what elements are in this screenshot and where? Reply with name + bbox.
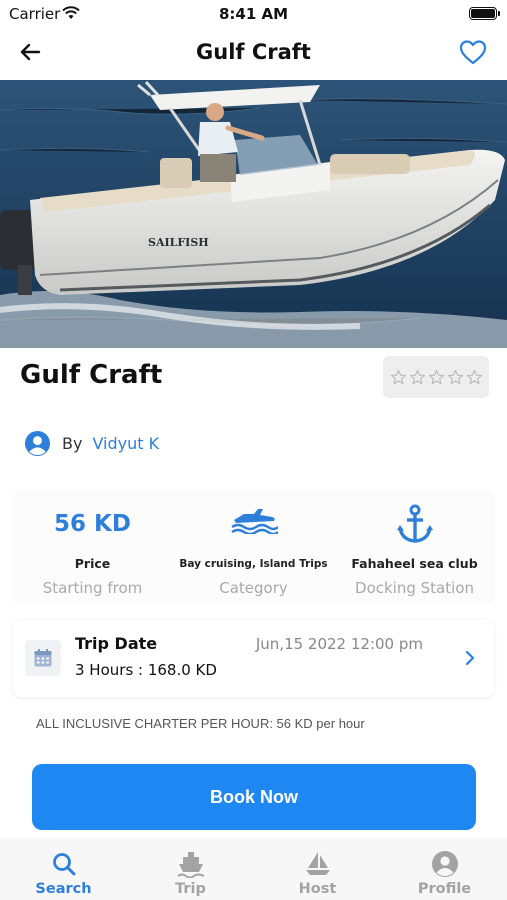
price-info: 56 KD Price Starting from [12,490,173,605]
owner-by-label: By [62,433,83,453]
docking-label: Docking Station [355,579,474,597]
status-bar: Carrier 8:41 AM [0,0,507,28]
price-label: Price [74,556,111,571]
book-now-button[interactable]: Book Now [32,764,476,830]
nav-bar: Gulf Craft [0,28,507,80]
jet-ski-icon [230,509,278,534]
owner-row: By Vidyut K [24,428,159,458]
tab-host[interactable]: Host [254,838,381,900]
boat-title: Gulf Craft [20,360,163,390]
star-icon[interactable] [447,369,464,386]
anchor-icon [396,504,433,543]
docking-info: Fahaheel sea club Docking Station [334,490,495,605]
price-sub-label: Starting from [42,579,143,597]
tab-trip[interactable]: Trip [127,838,254,900]
tab-profile[interactable]: Profile [381,838,507,900]
boat-info-panel: 56 KD Price Starting from Bay cruising, … [12,490,495,605]
category-info: Bay cruising, Island Trips Category [173,490,334,605]
sailboat-icon [305,852,330,875]
bottom-tab-bar: Search Trip Host Profile [0,838,507,900]
chevron-right-icon [465,650,475,666]
tab-trip-label: Trip [175,881,206,897]
tab-search[interactable]: Search [0,838,127,900]
category-label: Category [219,579,288,597]
hull-brand-text: SAILFISH [148,236,209,249]
tab-search-label: Search [35,881,92,897]
page-title: Gulf Craft [196,40,311,64]
price-value: 56 KD [54,511,131,537]
profile-icon [431,851,458,877]
star-icon[interactable] [428,369,445,386]
charter-note: ALL INCLUSIVE CHARTER PER HOUR: 56 KD pe… [36,716,365,731]
trip-duration: 3 Hours : 168.0 KD [75,661,217,679]
calendar-icon-tile [25,640,61,676]
favorite-heart-icon[interactable] [459,39,487,65]
boat-photo: SAILFISH [0,80,507,348]
owner-name-link[interactable]: Vidyut K [92,434,159,453]
search-icon [52,853,75,876]
docking-value: Fahaheel sea club [351,556,478,571]
star-icon[interactable] [409,369,426,386]
battery-icon [469,7,500,20]
star-icon[interactable] [466,369,483,386]
tab-profile-label: Profile [417,881,472,897]
user-avatar-icon [24,430,51,456]
category-value: Bay cruising, Island Trips [179,558,328,570]
ship-icon [176,852,204,878]
trip-date-value: Jun,15 2022 12:00 pm [255,635,423,653]
rating-stars[interactable] [383,356,489,398]
tab-host-label: Host [298,881,337,897]
star-icon[interactable] [390,369,407,386]
status-time: 8:41 AM [218,5,289,23]
trip-date-card[interactable]: Trip Date 3 Hours : 168.0 KD Jun,15 2022… [13,620,494,697]
trip-date-label: Trip Date [75,634,158,653]
calendar-icon [34,649,52,667]
